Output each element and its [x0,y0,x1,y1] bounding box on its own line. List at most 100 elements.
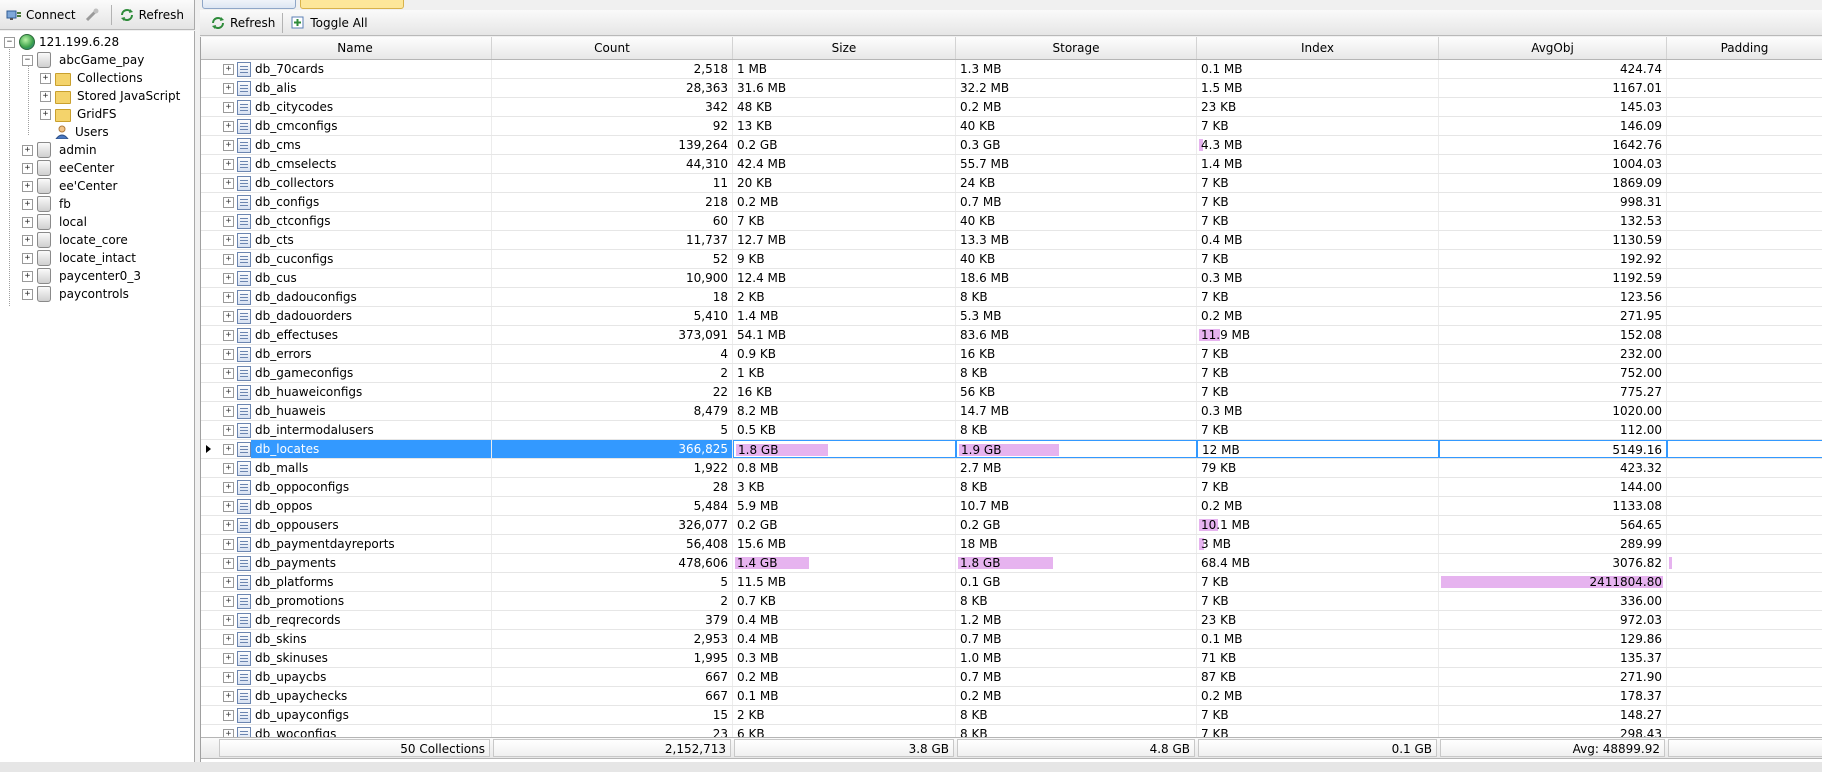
column-header-size[interactable]: Size [733,37,956,59]
table-row[interactable]: + db_errors 4 0.9 KB 16 KB 7 KB 232.00 [201,345,1822,364]
cell-name[interactable]: db_payments [251,554,492,572]
cell-name[interactable]: db_collectors [251,174,492,192]
table-row[interactable]: + db_cmselects 44,310 42.4 MB 55.7 MB 1.4 MB 1… [201,155,1822,174]
row-header[interactable] [201,516,219,534]
tree-db-paycenter0-3[interactable]: + paycenter0_3 [22,267,141,285]
cell-count[interactable]: 366,825 [492,440,733,458]
cell-count[interactable]: 56,408 [492,535,733,553]
collapse-icon[interactable]: − [22,54,33,66]
tree-db-locate-intact[interactable]: + locate_intact [22,249,136,267]
cell-avgobj[interactable]: 152.08 [1439,326,1667,344]
cell-index[interactable]: 0.4 MB [1197,231,1439,249]
cell-padding[interactable] [1667,497,1822,515]
cell-storage[interactable]: 1.9 GB [956,440,1197,458]
table-row[interactable]: + db_huaweis 8,479 8.2 MB 14.7 MB 0.3 MB 1020.… [201,402,1822,421]
cell-name[interactable]: db_dadouorders [251,307,492,325]
row-header[interactable] [201,60,219,78]
cell-size[interactable]: 1.4 MB [733,307,956,325]
cell-storage[interactable]: 16 KB [956,345,1197,363]
column-header-padding[interactable]: Padding [1667,37,1822,59]
cell-name[interactable]: db_oppoconfigs [251,478,492,496]
table-row[interactable]: + db_dadouorders 5,410 1.4 MB 5.3 MB 0.2 MB 27… [201,307,1822,326]
cell-index[interactable]: 7 KB [1197,383,1439,401]
tree-server-node[interactable]: − 121.199.6.28 [4,33,119,51]
cell-avgobj[interactable]: 271.95 [1439,307,1667,325]
cell-storage[interactable]: 1.8 GB [956,554,1197,572]
row-header[interactable] [201,611,219,629]
cell-index[interactable]: 7 KB [1197,193,1439,211]
table-row[interactable]: + db_skinuses 1,995 0.3 MB 1.0 MB 71 KB 135.37 [201,649,1822,668]
cell-storage[interactable]: 0.2 MB [956,687,1197,705]
cell-size[interactable]: 1.8 GB [733,440,956,458]
cell-size[interactable]: 0.8 MB [733,459,956,477]
expand-row-icon[interactable]: + [223,634,234,645]
expand-row-icon[interactable]: + [223,330,234,341]
cell-storage[interactable]: 0.1 GB [956,573,1197,591]
cell-size[interactable]: 7 KB [733,212,956,230]
row-header[interactable] [201,117,219,135]
row-header[interactable] [201,288,219,306]
tree-db-paycontrols[interactable]: + paycontrols [22,285,129,303]
row-header[interactable] [201,193,219,211]
cell-index[interactable]: 68.4 MB [1197,554,1439,572]
table-row[interactable]: + db_platforms 5 11.5 MB 0.1 GB 7 KB 2411804.8… [201,573,1822,592]
cell-size[interactable]: 15.6 MB [733,535,956,553]
cell-size[interactable]: 0.4 MB [733,611,956,629]
cell-index[interactable]: 1.4 MB [1197,155,1439,173]
cell-count[interactable]: 5 [492,573,733,591]
cell-name[interactable]: db_errors [251,345,492,363]
cell-avgobj[interactable]: 752.00 [1439,364,1667,382]
cell-name[interactable]: db_skins [251,630,492,648]
cell-padding[interactable] [1667,478,1822,496]
expand-row-icon[interactable]: + [223,577,234,588]
cell-index[interactable]: 71 KB [1197,649,1439,667]
cell-size[interactable]: 12.4 MB [733,269,956,287]
table-row[interactable]: + db_cmconfigs 92 13 KB 40 KB 7 KB 146.09 [201,117,1822,136]
cell-name[interactable]: db_cus [251,269,492,287]
table-row[interactable]: + db_cms 139,264 0.2 GB 0.3 GB 4.3 MB 1642.76 [201,136,1822,155]
cell-index[interactable]: 0.1 MB [1197,630,1439,648]
cell-padding[interactable] [1667,250,1822,268]
table-row[interactable]: + db_payments 478,606 1.4 GB 1.8 GB 68.4 MB 30… [201,554,1822,573]
cell-avgobj[interactable]: 424.74 [1439,60,1667,78]
tree-db-admin[interactable]: + admin [22,141,97,159]
cell-index[interactable]: 7 KB [1197,592,1439,610]
expand-row-icon[interactable]: + [223,368,234,379]
cell-size[interactable]: 2 KB [733,288,956,306]
column-header-name[interactable]: Name [219,37,492,59]
cell-size[interactable]: 11.5 MB [733,573,956,591]
cell-count[interactable]: 22 [492,383,733,401]
cell-name[interactable]: db_locates [251,440,492,458]
cell-avgobj[interactable]: 132.53 [1439,212,1667,230]
cell-storage[interactable]: 40 KB [956,212,1197,230]
cell-storage[interactable]: 18.6 MB [956,269,1197,287]
cell-index[interactable]: 0.3 MB [1197,402,1439,420]
cell-index[interactable]: 0.1 MB [1197,60,1439,78]
table-row[interactable]: + db_upayconfigs 15 2 KB 8 KB 7 KB 148.27 [201,706,1822,725]
table-row[interactable]: + db_ctconfigs 60 7 KB 40 KB 7 KB 132.53 [201,212,1822,231]
cell-storage[interactable]: 0.2 MB [956,98,1197,116]
cell-name[interactable]: db_cmconfigs [251,117,492,135]
cell-count[interactable]: 52 [492,250,733,268]
cell-count[interactable]: 2,953 [492,630,733,648]
cell-storage[interactable]: 18 MB [956,535,1197,553]
cell-name[interactable]: db_platforms [251,573,492,591]
expand-row-icon[interactable]: + [223,463,234,474]
tree-db-abcgame-pay[interactable]: − abcGame_pay [22,51,144,69]
cell-count[interactable]: 4 [492,345,733,363]
cell-count[interactable]: 1,922 [492,459,733,477]
table-row[interactable]: + db_cuconfigs 52 9 KB 40 KB 7 KB 192.92 [201,250,1822,269]
column-header-storage[interactable]: Storage [956,37,1197,59]
cell-size[interactable]: 12.7 MB [733,231,956,249]
cell-padding[interactable] [1667,60,1822,78]
cell-size[interactable]: 48 KB [733,98,956,116]
tree-node-stored-javascript[interactable]: + Stored JavaScript [40,87,180,105]
cell-count[interactable]: 28,363 [492,79,733,97]
cell-padding[interactable] [1667,136,1822,154]
cell-padding[interactable] [1667,231,1822,249]
cell-name[interactable]: db_skinuses [251,649,492,667]
table-row[interactable]: + db_collectors 11 20 KB 24 KB 7 KB 1869.09 [201,174,1822,193]
cell-padding[interactable] [1667,573,1822,591]
row-header[interactable] [201,459,219,477]
cell-size[interactable]: 0.3 MB [733,649,956,667]
